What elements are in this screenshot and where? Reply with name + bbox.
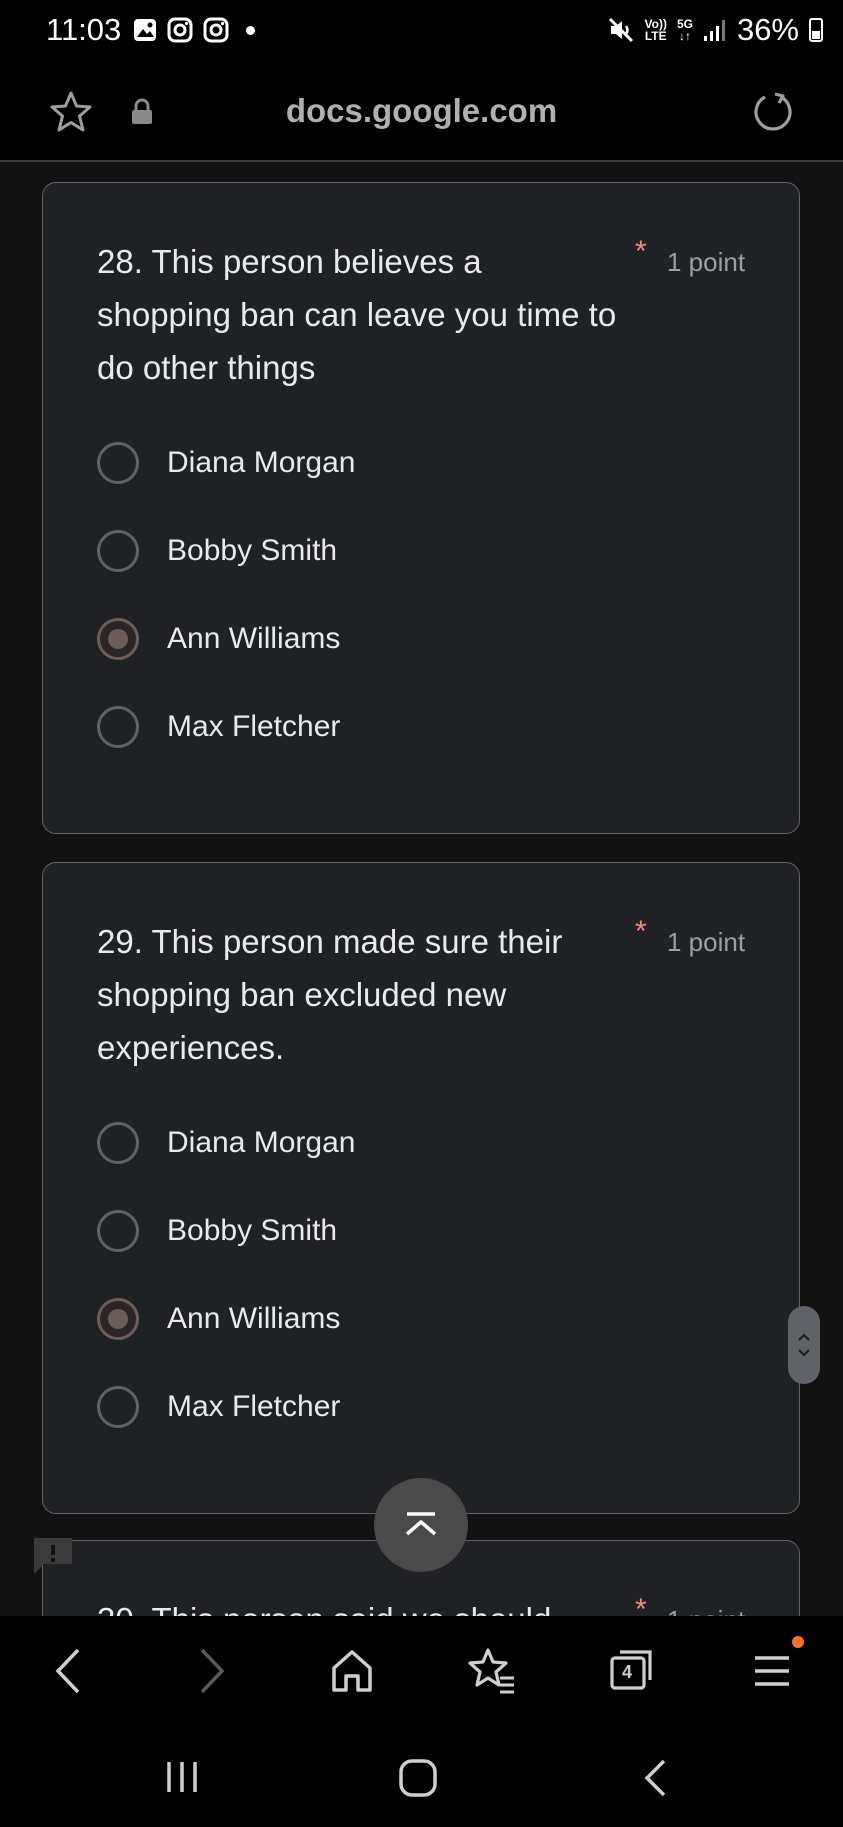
instagram-icon: [203, 17, 229, 43]
option-bobby-smith[interactable]: Bobby Smith: [97, 521, 697, 581]
required-mark: *: [635, 915, 647, 948]
recent-apps-icon[interactable]: [164, 1760, 200, 1794]
system-nav-bar: [0, 1726, 843, 1827]
browser-toolbar: docs.google.com: [0, 60, 843, 162]
radio-button[interactable]: [97, 442, 139, 484]
reload-icon[interactable]: [751, 90, 795, 134]
menu-notification-badge: [792, 1636, 804, 1648]
option-label: Diana Morgan: [167, 446, 356, 479]
battery-icon: [809, 18, 823, 42]
tab-count: 4: [622, 1662, 633, 1682]
question-points: 1 point: [667, 1605, 745, 1616]
question-title: 29. This person made sure their shopping…: [97, 923, 563, 1066]
status-bar: 11:03 Vo)) LTE 5G ↓↑ 36%: [0, 0, 843, 60]
dot-icon: [246, 25, 255, 35]
option-label: Ann Williams: [167, 1302, 341, 1335]
required-mark: *: [635, 235, 647, 268]
forward-icon[interactable]: [196, 1646, 228, 1696]
scroll-handle[interactable]: [788, 1306, 820, 1384]
battery-percent: 36%: [736, 12, 799, 47]
back-icon[interactable]: [52, 1646, 84, 1696]
radio-button-selected[interactable]: [97, 618, 139, 660]
question-points: 1 point: [667, 247, 746, 277]
volte-indicator: Vo)) LTE: [644, 17, 667, 43]
radio-button[interactable]: [97, 1210, 139, 1252]
scroll-top-icon: [405, 1512, 437, 1536]
question-title: 30. This person said we should: [97, 1593, 617, 1616]
home-icon[interactable]: [330, 1646, 374, 1696]
menu-icon[interactable]: [752, 1646, 792, 1696]
option-ann-williams[interactable]: Ann Williams: [97, 609, 697, 669]
notification-icons: [132, 16, 255, 44]
gallery-icon: [134, 19, 156, 41]
url-bar[interactable]: docs.google.com: [0, 92, 843, 130]
scroll-to-top-button[interactable]: [374, 1478, 468, 1572]
question-title: 28. This person believes a shopping ban …: [97, 243, 617, 386]
radio-button[interactable]: [97, 706, 139, 748]
instagram-icon: [167, 17, 193, 43]
status-time: 11:03: [46, 12, 122, 47]
browser-bottom-nav: 4: [0, 1616, 843, 1726]
option-label: Bobby Smith: [167, 1214, 338, 1247]
status-right: Vo)) LTE 5G ↓↑ 36%: [607, 12, 823, 48]
system-back-icon[interactable]: [642, 1758, 668, 1798]
tabs-button[interactable]: 4: [608, 1646, 656, 1696]
option-label: Diana Morgan: [167, 1126, 356, 1159]
home-button-icon[interactable]: [398, 1758, 438, 1798]
option-ann-williams[interactable]: Ann Williams: [97, 1289, 697, 1349]
option-label: Max Fletcher: [167, 1390, 341, 1423]
form-content: 28. This person believes a shopping ban …: [0, 162, 843, 1616]
radio-button[interactable]: [97, 530, 139, 572]
question-card-29: 29. This person made sure their shopping…: [42, 862, 800, 1514]
option-diana-morgan[interactable]: Diana Morgan: [97, 1113, 697, 1173]
network-type: 5G ↓↑: [676, 17, 693, 43]
option-bobby-smith[interactable]: Bobby Smith: [97, 1201, 697, 1261]
question-card-28: 28. This person believes a shopping ban …: [42, 182, 800, 834]
option-label: Ann Williams: [167, 622, 341, 655]
chevron-up-icon: [798, 1333, 810, 1341]
mute-icon: [608, 17, 633, 43]
option-max-fletcher[interactable]: Max Fletcher: [97, 697, 697, 757]
option-diana-morgan[interactable]: Diana Morgan: [97, 433, 697, 493]
required-mark: *: [635, 1593, 647, 1616]
chevron-down-icon: [798, 1349, 810, 1357]
option-label: Bobby Smith: [167, 534, 338, 567]
radio-button-selected[interactable]: [97, 1298, 139, 1340]
bookmarks-icon[interactable]: [466, 1646, 516, 1696]
option-label: Max Fletcher: [167, 710, 341, 743]
question-points: 1 point: [667, 927, 746, 957]
feedback-icon[interactable]: [30, 1534, 76, 1578]
radio-button[interactable]: [97, 1122, 139, 1164]
option-max-fletcher[interactable]: Max Fletcher: [97, 1377, 697, 1437]
signal-icon: [703, 20, 725, 41]
radio-button[interactable]: [97, 1386, 139, 1428]
